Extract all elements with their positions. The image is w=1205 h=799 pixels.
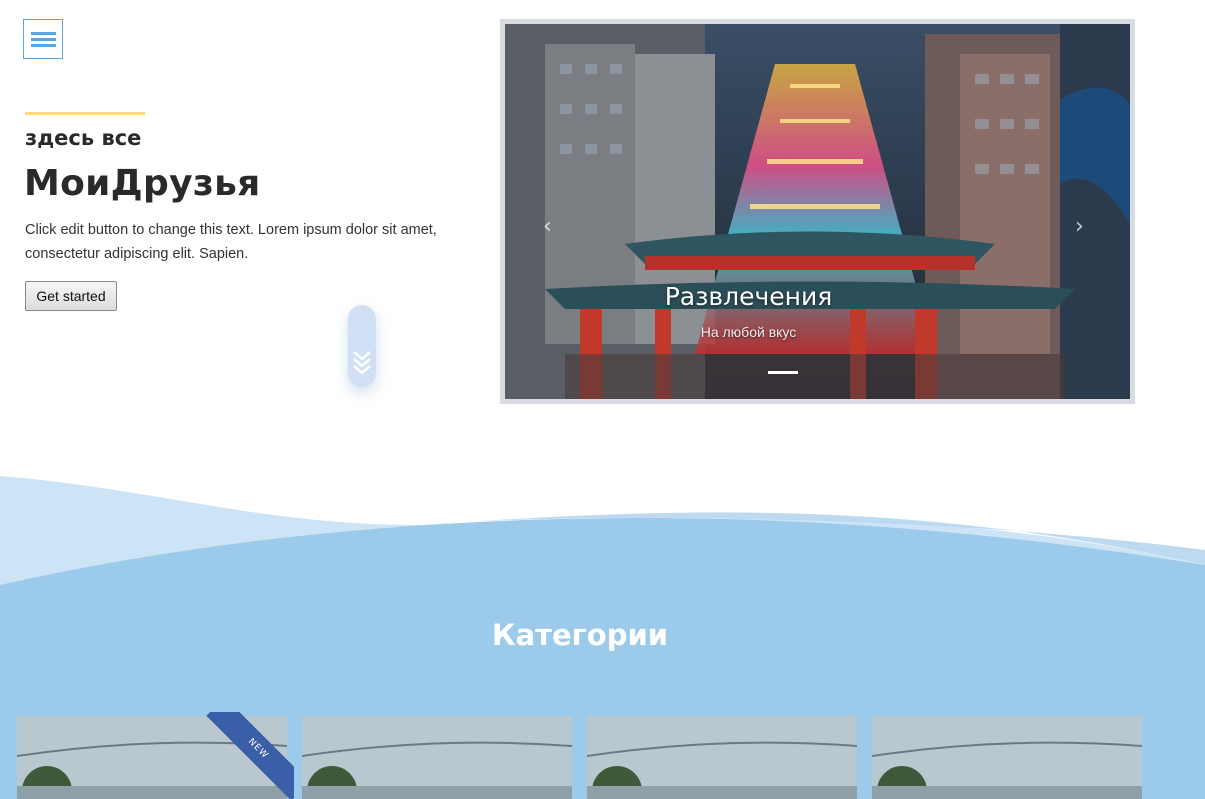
category-card-image — [587, 716, 857, 799]
wave-divider — [0, 476, 1205, 590]
carousel-slide: ‹ › Развлечения На любой вкус — [505, 24, 1130, 399]
categories-title: Категории — [491, 618, 669, 652]
accent-divider — [25, 112, 145, 115]
image-carousel: ‹ › Развлечения На любой вкус — [500, 19, 1135, 404]
hero-title: МоиДрузья — [24, 163, 261, 204]
hero-lead-text: Click edit button to change this text. L… — [25, 222, 437, 262]
scroll-down-button[interactable] — [348, 305, 376, 387]
category-card-image — [302, 716, 572, 799]
slide-caption-title: Развлечения — [664, 282, 833, 311]
category-card[interactable] — [587, 716, 857, 799]
category-card[interactable] — [302, 716, 572, 799]
double-chevron-down-icon — [353, 351, 371, 375]
get-started-button[interactable]: Get started — [25, 281, 117, 311]
page: здесь все МоиДрузья Click edit button to… — [0, 0, 1205, 799]
hero-subtitle: здесь все — [25, 126, 142, 150]
carousel-next-button[interactable]: › — [1075, 214, 1084, 239]
night-market-street-image — [505, 24, 1130, 399]
carousel-indicators — [768, 371, 798, 374]
carousel-prev-button[interactable]: ‹ — [543, 214, 552, 239]
hamburger-menu-button[interactable] — [23, 19, 63, 59]
category-card-image — [872, 716, 1142, 799]
category-card[interactable] — [872, 716, 1142, 799]
new-badge-label: NEW — [206, 712, 294, 799]
hamburger-icon — [31, 32, 56, 35]
slide-caption-subtitle: На любой вкус — [700, 324, 797, 340]
new-ribbon-badge: NEW — [204, 712, 294, 799]
carousel-indicator[interactable] — [768, 371, 798, 374]
